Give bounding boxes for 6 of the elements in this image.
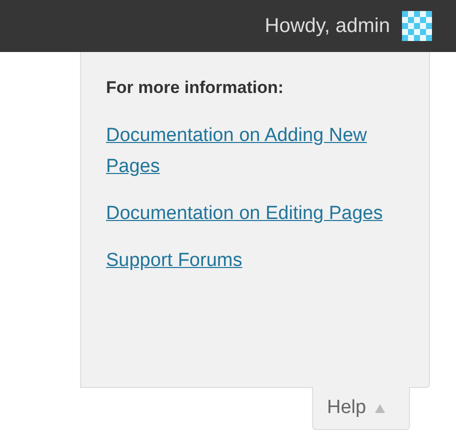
help-heading: For more information: — [106, 78, 284, 98]
greeting[interactable]: Howdy, admin — [264, 14, 390, 38]
help-link[interactable]: Support Forums — [106, 245, 242, 276]
help-link[interactable]: Documentation on Editing Pages — [106, 198, 383, 229]
help-link[interactable]: Documentation on Adding New Pages — [106, 120, 409, 182]
help-tab[interactable]: Help — [312, 387, 410, 430]
